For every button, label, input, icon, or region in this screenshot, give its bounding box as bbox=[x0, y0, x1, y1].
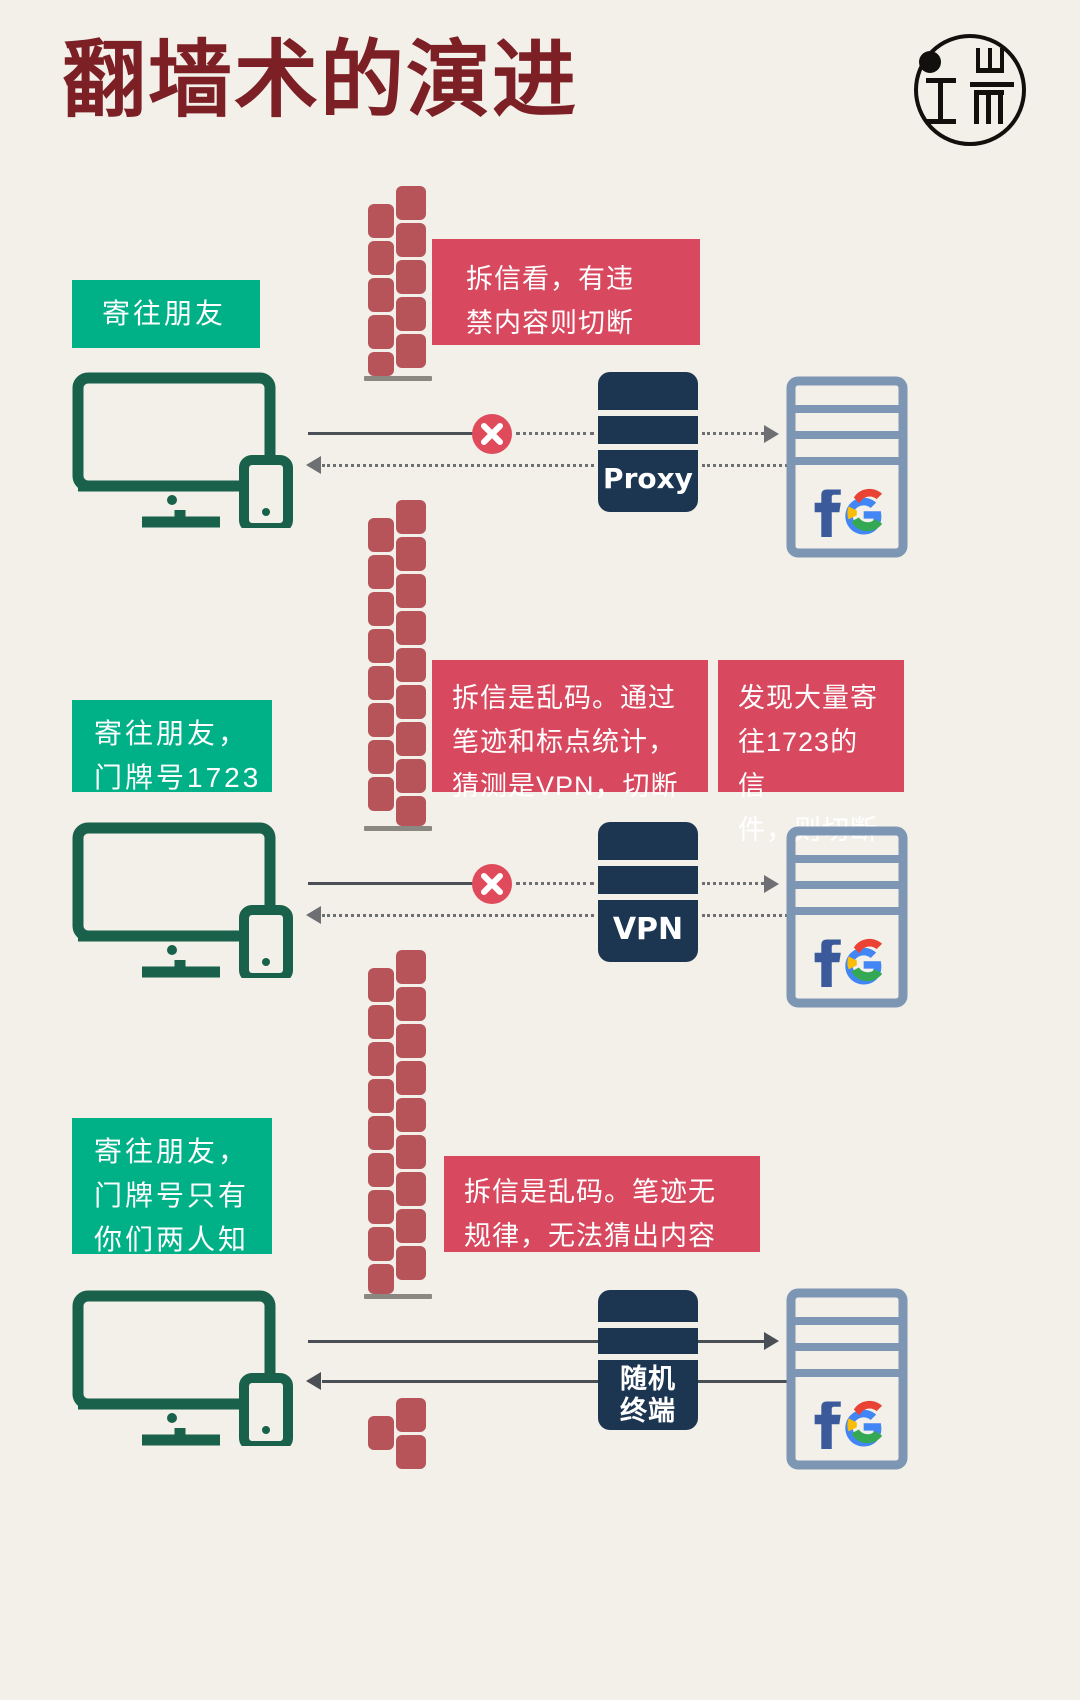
firewall-wall-2 bbox=[364, 500, 432, 831]
random-endpoint-server-label: 随机 终端 bbox=[620, 1364, 676, 1427]
envelope-label-random: 寄往朋友， 门牌号只有 你们两人知 bbox=[72, 1118, 272, 1255]
destination-rack-1 bbox=[786, 376, 908, 558]
server-slab-mid bbox=[598, 866, 698, 894]
outbound-arrowhead-2 bbox=[764, 875, 779, 893]
inbound-dotted-2b bbox=[702, 914, 788, 917]
firewall-note-random-1: 拆信是乱码。笔迹无 规律，无法猜出内容 bbox=[444, 1156, 760, 1252]
outbound-dotted-2a bbox=[516, 882, 594, 885]
destination-rack-2 bbox=[786, 826, 908, 1008]
blocked-x-icon-1 bbox=[472, 414, 512, 454]
outbound-arrowhead-3 bbox=[764, 1332, 779, 1350]
blocked-x-icon-2 bbox=[472, 864, 512, 904]
user-computer-1 bbox=[72, 372, 294, 533]
vpn-server-label: VPN bbox=[612, 912, 684, 947]
firewall-wall-1 bbox=[364, 186, 432, 381]
initium-media-circle-logo bbox=[908, 30, 1028, 150]
server-slab-mid bbox=[598, 416, 698, 444]
user-computer-3 bbox=[72, 1290, 294, 1451]
inbound-arrowhead-2 bbox=[306, 906, 321, 924]
firewall-note-proxy-1: 拆信看，有违 禁内容则切断 bbox=[432, 239, 700, 345]
envelope-label-vpn: 寄往朋友， 门牌号1723 bbox=[72, 700, 272, 793]
firewall-wall-fragment bbox=[368, 1398, 430, 1474]
page-title: 翻墙术的演进 bbox=[62, 35, 579, 128]
random-endpoint-server-3: 随机 终端 bbox=[598, 1290, 698, 1430]
outbound-dotted-2b bbox=[702, 882, 764, 885]
envelope-label-proxy: 寄往朋友 bbox=[72, 280, 260, 348]
infographic-canvas: 翻墙术的演进 寄往朋友 拆信看，有违 禁内容则切断 Proxy 寄往朋友， 门牌… bbox=[0, 0, 1080, 1700]
firewall-note-vpn-1: 拆信是乱码。通过 笔迹和标点统计， 猜测是VPN，切断 bbox=[432, 660, 708, 801]
inbound-dotted-1a bbox=[322, 464, 594, 467]
outbound-line-1 bbox=[308, 432, 476, 435]
outbound-line-2 bbox=[308, 882, 476, 885]
user-computer-2 bbox=[72, 822, 294, 983]
destination-rack-3 bbox=[786, 1288, 908, 1470]
server-slab-top bbox=[598, 822, 698, 860]
proxy-server-1: Proxy bbox=[598, 372, 698, 512]
inbound-dotted-1b bbox=[702, 464, 788, 467]
server-slab-top bbox=[598, 372, 698, 410]
server-slab-top bbox=[598, 1290, 698, 1322]
vpn-server-2: VPN bbox=[598, 822, 698, 962]
server-slab-mid bbox=[598, 1328, 698, 1354]
inbound-dotted-2a bbox=[322, 914, 594, 917]
outbound-arrowhead-1 bbox=[764, 425, 779, 443]
inbound-arrowhead-1 bbox=[306, 456, 321, 474]
outbound-dotted-1a bbox=[516, 432, 594, 435]
outbound-dotted-1b bbox=[702, 432, 764, 435]
inbound-arrowhead-3 bbox=[306, 1372, 321, 1390]
inbound-line-3 bbox=[322, 1380, 788, 1383]
firewall-note-vpn-2: 发现大量寄 往1723的信 件，则切断 bbox=[718, 660, 904, 845]
proxy-server-label: Proxy bbox=[603, 462, 693, 495]
firewall-wall-3 bbox=[364, 950, 432, 1299]
